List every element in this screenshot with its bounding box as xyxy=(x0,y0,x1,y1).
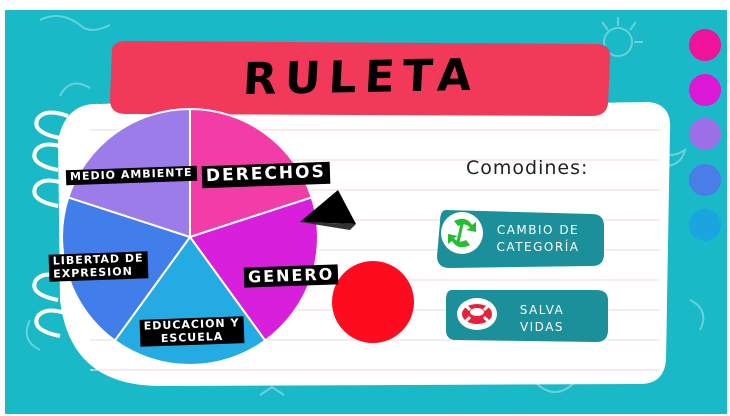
cambio-categoria-label: CAMBIO DE CATEGORÍA xyxy=(496,223,580,254)
title-text: RULETA xyxy=(241,49,481,106)
sidebar-dot-4[interactable] xyxy=(689,164,721,196)
label-derechos: DERECHOS xyxy=(201,161,331,188)
life-ring-icon xyxy=(457,298,497,330)
game-screen: RULETA DERECHOS MEDIO AMBIENTE GENERO LI… xyxy=(0,0,730,416)
spin-button[interactable] xyxy=(332,261,414,343)
recycle-arrows-icon xyxy=(441,212,483,254)
salva-vidas-label: SALVA VIDAS xyxy=(519,303,565,334)
label-libertad: LIBERTAD DE EXPRESION xyxy=(48,251,149,282)
sidebar-dot-1[interactable] xyxy=(689,29,721,61)
label-genero: GENERO xyxy=(243,264,339,289)
sidebar-dot-2[interactable] xyxy=(689,74,721,106)
sidebar-dot-5[interactable] xyxy=(689,209,721,241)
sidebar-dot-3[interactable] xyxy=(689,118,721,150)
title: RULETA xyxy=(112,49,610,106)
comodines-title: Comodines: xyxy=(466,157,589,179)
label-educacion: EDUCACION Y ESCUELA xyxy=(139,316,245,348)
